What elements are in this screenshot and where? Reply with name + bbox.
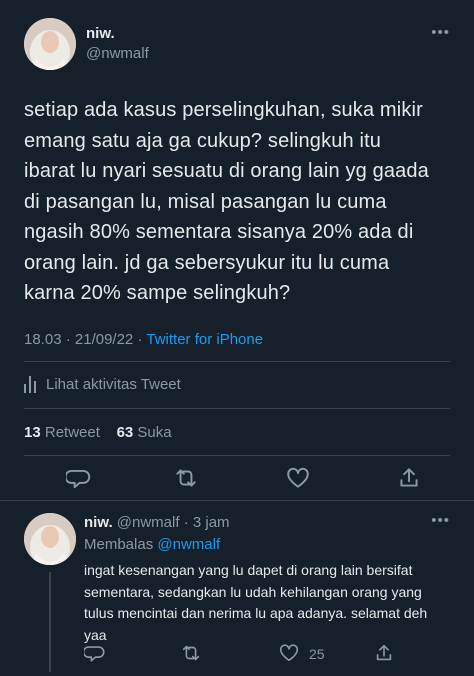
replying-label: Membalas: [84, 536, 154, 553]
bar-chart-icon: [24, 376, 36, 393]
retweet-button[interactable]: [180, 642, 202, 664]
reply-header: niw. @nwmalf · 3 jam: [84, 514, 230, 531]
divider: [24, 455, 450, 456]
reply-button[interactable]: [64, 465, 92, 491]
like-count: 63: [116, 424, 134, 441]
reply-like-count: 25: [309, 646, 325, 662]
share-button[interactable]: [396, 465, 422, 491]
speech-bubble-icon: [82, 646, 105, 662]
activity-label: Lihat aktivitas Tweet: [46, 376, 181, 393]
reply-button[interactable]: [82, 642, 106, 664]
replying-to-handle[interactable]: @nwmalf: [157, 536, 220, 553]
divider: [24, 408, 450, 409]
tweet-source[interactable]: Twitter for iPhone: [146, 331, 263, 348]
divider: [24, 361, 450, 362]
tweet-date[interactable]: 21/09/22: [75, 331, 133, 348]
retweet-label: Retweet: [44, 424, 100, 441]
reply-age[interactable]: 3 jam: [193, 514, 230, 531]
share-upload-icon: [376, 644, 392, 661]
likes-stat[interactable]: 63 Suka: [117, 424, 172, 441]
heart-icon: [287, 467, 309, 488]
reply-author-handle[interactable]: @nwmalf: [117, 514, 180, 531]
tweet-meta: 18.03 · 21/09/22 · Twitter for iPhone: [24, 331, 264, 348]
author-name[interactable]: niw.: [86, 25, 115, 42]
retweet-button[interactable]: [173, 465, 199, 491]
reply-author-avatar[interactable]: [24, 513, 76, 565]
thread-line: [49, 572, 51, 672]
share-button[interactable]: [373, 642, 395, 664]
like-button[interactable]: [278, 642, 300, 664]
retweets-stat[interactable]: 13 Retweet: [24, 424, 100, 441]
author-handle[interactable]: @nwmalf: [86, 45, 149, 62]
tweet-text: setiap ada kasus perselingkuhan, suka mi…: [24, 99, 429, 304]
section-divider: [0, 500, 474, 501]
retweet-arrows-icon: [176, 469, 196, 487]
like-button[interactable]: [285, 465, 311, 491]
tweet-time[interactable]: 18.03: [24, 331, 62, 348]
retweet-count: 13: [24, 424, 41, 441]
more-horizontal-icon[interactable]: •••: [431, 512, 450, 529]
reply-text: ingat kesenangan yang lu dapet di orang …: [84, 562, 428, 643]
more-horizontal-icon[interactable]: •••: [431, 24, 450, 41]
reply-author-name[interactable]: niw.: [84, 514, 113, 531]
tweet-stats: 13 Retweet 63 Suka: [24, 424, 172, 441]
speech-bubble-icon: [64, 469, 91, 489]
retweet-arrows-icon: [182, 645, 200, 661]
heart-icon: [279, 644, 299, 662]
share-upload-icon: [400, 468, 418, 487]
replying-to: Membalas @nwmalf: [84, 536, 220, 553]
like-label: Suka: [137, 424, 172, 441]
author-avatar[interactable]: [24, 18, 76, 70]
tweet-activity-link[interactable]: Lihat aktivitas Tweet: [24, 376, 181, 393]
